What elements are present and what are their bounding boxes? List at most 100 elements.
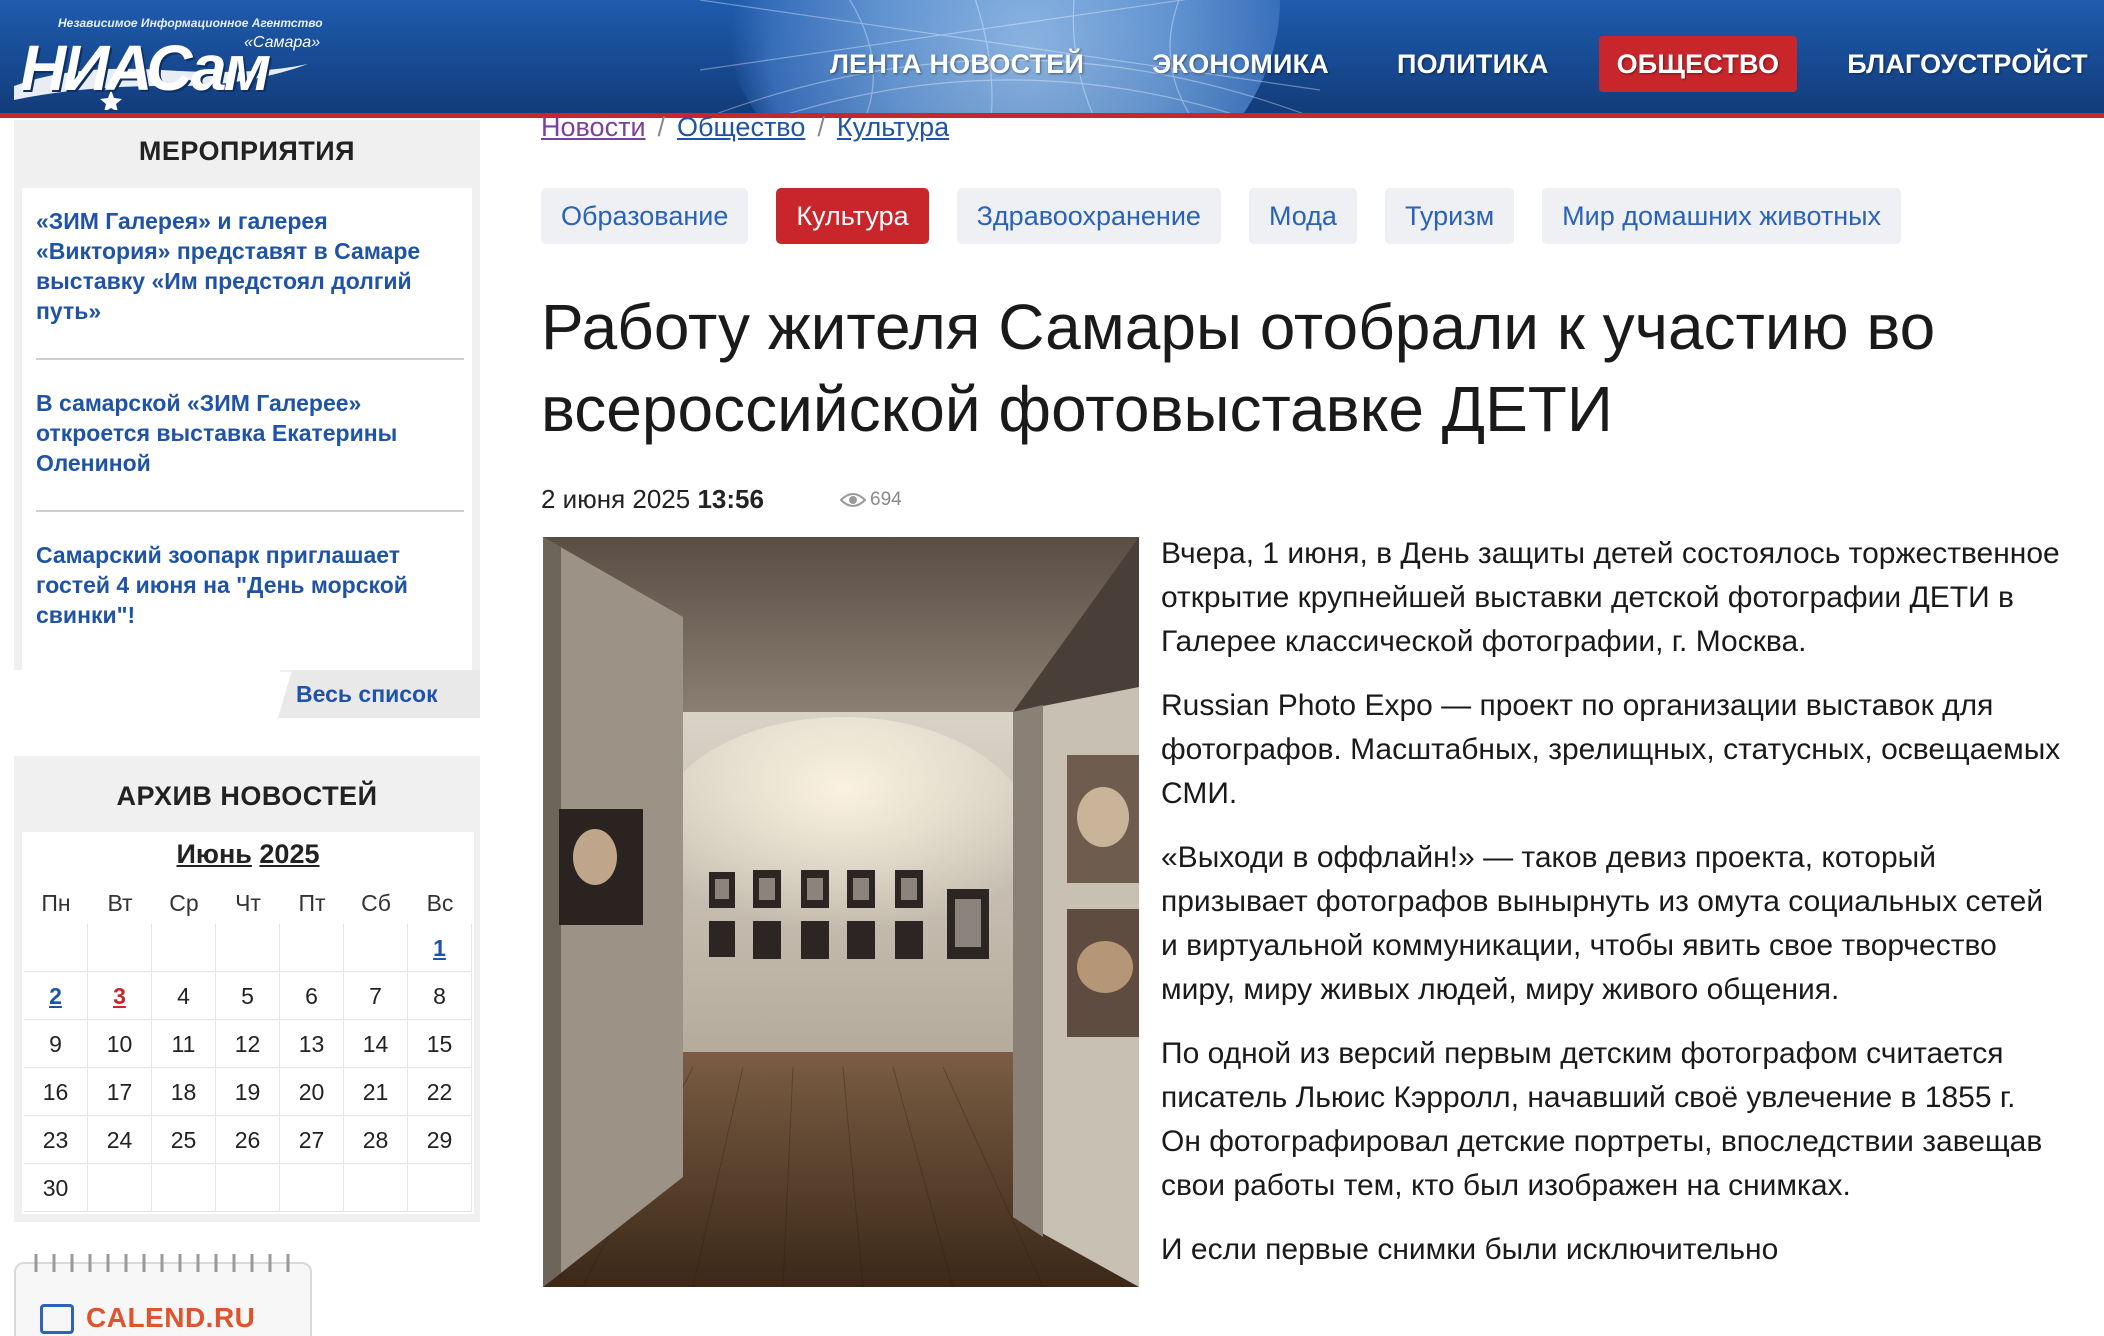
nav-politics[interactable]: ПОЛИТИКА (1379, 36, 1567, 92)
article-photo[interactable] (543, 537, 1139, 1287)
calendar-empty-cell (152, 924, 216, 972)
view-count: 694 (870, 489, 902, 510)
calendar-weekday: Ср (169, 890, 199, 916)
calendar-empty-cell (280, 924, 344, 972)
calendar-month[interactable]: Июнь 2025 (22, 832, 474, 876)
calendar-week-row: 2345678 (24, 972, 474, 1020)
calendar-day: 27 (280, 1116, 344, 1164)
calendar-rings-graphic (34, 1254, 290, 1272)
calend-label: CALEND.RU (86, 1302, 256, 1333)
divider (36, 358, 464, 360)
calendar-empty-cell (280, 1164, 344, 1212)
archive-title: АРХИВ НОВОСТЕЙ (116, 781, 378, 811)
tag-healthcare[interactable]: Здравоохранение (956, 188, 1221, 244)
calendar-day: 30 (24, 1164, 88, 1212)
calendar-day[interactable]: 3 (88, 972, 152, 1020)
nav-society[interactable]: ОБЩЕСТВО (1598, 36, 1798, 92)
article-paragraph: Russian Photo Expo — проект по организац… (1161, 689, 2061, 810)
eye-icon (840, 493, 866, 507)
event-link[interactable]: «ЗИМ Галерея» и галерея «Виктория» предс… (36, 206, 466, 326)
article-body: Вчера, 1 июня, в День защиты детей состо… (1161, 532, 2061, 1292)
calendar-day: 22 (408, 1068, 472, 1116)
tag-tourism[interactable]: Туризм (1384, 188, 1515, 244)
all-events-link[interactable]: Весь список (278, 670, 480, 718)
calendar-day: 13 (280, 1020, 344, 1068)
event-link[interactable]: В самарской «ЗИМ Галерее» откроется выст… (36, 388, 466, 478)
nav-news-feed[interactable]: ЛЕНТА НОВОСТЕЙ (812, 36, 1102, 92)
calendar-day: 10 (88, 1020, 152, 1068)
breadcrumb: Новости / Общество / Культура (541, 112, 949, 143)
logo-wordmark: НИАСам (20, 32, 271, 104)
calendar-day: 25 (152, 1116, 216, 1164)
calendar-weekdays: Пн Вт Ср Чт Пт Сб Вс (24, 882, 474, 924)
nav-improvement[interactable]: БЛАГОУСТРОЙСТ (1829, 36, 2104, 92)
breadcrumb-separator: / (817, 112, 825, 142)
calendar-empty-cell (344, 924, 408, 972)
article-paragraph: И если первые снимки были исключительно (1161, 1233, 1779, 1266)
calend-widget[interactable]: CALEND.RU (14, 1254, 312, 1336)
archive-panel: АРХИВ НОВОСТЕЙ Июнь 2025 Пн Вт Ср Чт Пт Сб Вс … (14, 756, 480, 1222)
calendar-day: 26 (216, 1116, 280, 1164)
calendar-day: 21 (344, 1068, 408, 1116)
tag-fashion[interactable]: Мода (1248, 188, 1357, 244)
tag-education[interactable]: Образование (541, 188, 749, 244)
calendar-empty-cell (152, 1164, 216, 1212)
calendar-day: 16 (24, 1068, 88, 1116)
nav-economy[interactable]: ЭКОНОМИКА (1134, 36, 1347, 92)
calendar-day: 12 (216, 1020, 280, 1068)
calendar-day[interactable]: 1 (408, 924, 472, 972)
article-date: 2 июня 2025 (541, 484, 691, 514)
calendar-day: 20 (280, 1068, 344, 1116)
calendar-day: 5 (216, 972, 280, 1020)
breadcrumb-separator: / (657, 112, 666, 142)
calendar-empty-cell (88, 1164, 152, 1212)
calendar-empty-cell (24, 924, 88, 972)
breadcrumb-society[interactable]: Общество (677, 112, 805, 142)
tag-culture[interactable]: Культура (776, 188, 929, 244)
gallery-hall-image (543, 537, 1139, 1287)
events-list: «ЗИМ Галерея» и галерея «Виктория» предс… (22, 188, 472, 670)
site-header: Независимое Информационное Агентство НИА… (0, 0, 2104, 118)
calendar-weekday: Пн (41, 890, 71, 916)
calendar-week-row: 16 17 18 19 20 21 22 (24, 1068, 474, 1116)
calendar-day: 19 (216, 1068, 280, 1116)
calendar-month-name[interactable]: Июнь (177, 839, 252, 869)
calendar-day: 15 (408, 1020, 472, 1068)
article-paragraph: По одной из версий первым детским фотогр… (1161, 1037, 2043, 1202)
calendar-weekday: Вс (426, 890, 454, 916)
calendar-day: 29 (408, 1116, 472, 1164)
tag-pets[interactable]: Мир домашних животных (1542, 188, 1902, 244)
calendar-weekday: Пт (298, 890, 326, 916)
calendar-day: 17 (88, 1068, 152, 1116)
breadcrumb-culture[interactable]: Культура (837, 112, 949, 142)
logo-tagline: Независимое Информационное Агентство (58, 16, 323, 30)
calendar-year[interactable]: 2025 (259, 839, 319, 869)
calendar-day: 28 (344, 1116, 408, 1164)
calendar-weekday: Вт (107, 890, 133, 916)
article-paragraph: «Выходи в оффлайн!» — таков девиз проект… (1161, 841, 2044, 1006)
calendar-day: 8 (408, 972, 472, 1020)
calendar-empty-cell (88, 924, 152, 972)
calendar-day: 4 (152, 972, 216, 1020)
calendar-empty-cell (408, 1164, 472, 1212)
calendar-icon (40, 1304, 74, 1334)
calendar-weekday: Чт (235, 890, 261, 916)
article-time: 13:56 (697, 484, 764, 514)
events-footer-bar (14, 670, 280, 718)
breadcrumb-news[interactable]: Новости (541, 112, 646, 142)
calendar: Июнь 2025 Пн Вт Ср Чт Пт Сб Вс 1 2 3 4 5 6 7 8 9 10 11 12… (22, 832, 474, 1214)
calendar-week-row: 23 24 25 26 27 28 29 (24, 1116, 474, 1164)
event-link[interactable]: Самарский зоопарк приглашает гостей 4 ию… (36, 540, 466, 630)
article-datetime: 2 июня 2025 13:56 (541, 484, 764, 515)
divider (36, 510, 464, 512)
calendar-day: 9 (24, 1020, 88, 1068)
site-logo[interactable]: Независимое Информационное Агентство НИА… (12, 14, 332, 110)
logo-city: «Самара» (244, 34, 321, 51)
calendar-week-row: 1 (24, 924, 474, 972)
calendar-empty-cell (216, 1164, 280, 1212)
calendar-day: 6 (280, 972, 344, 1020)
calendar-empty-cell (216, 924, 280, 972)
calendar-day[interactable]: 2 (24, 972, 88, 1020)
calendar-day: 24 (88, 1116, 152, 1164)
article-paragraph: Вчера, 1 июня, в День защиты детей состо… (1161, 537, 2060, 658)
